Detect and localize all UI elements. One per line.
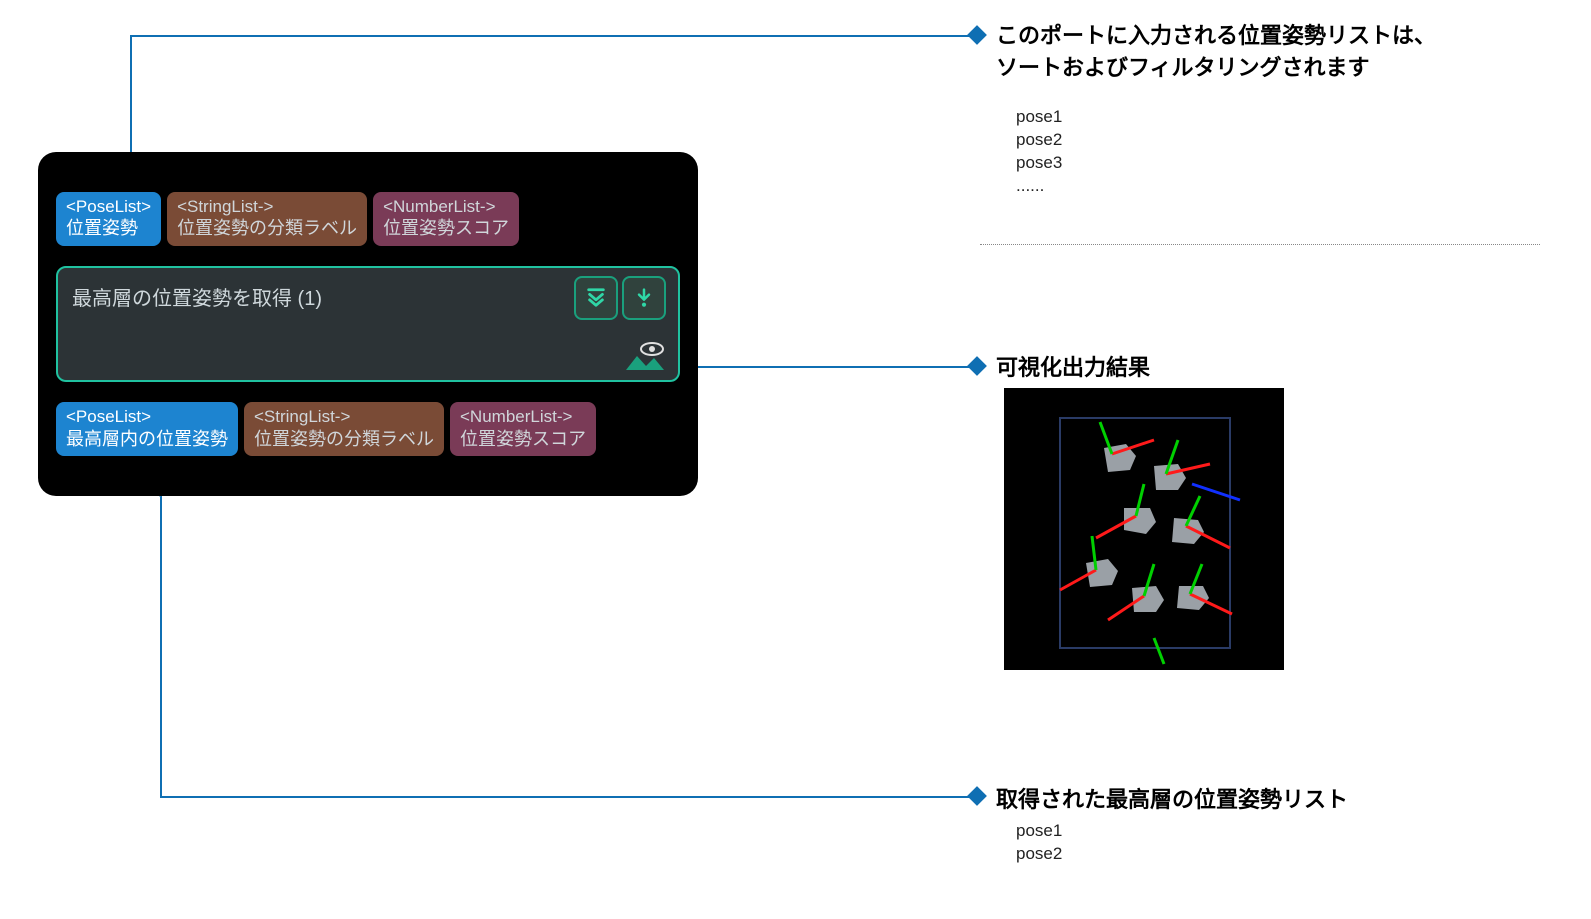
output-port-row: <PoseList> 最高層内の位置姿勢 <StringList-> 位置姿勢の… — [56, 402, 596, 456]
input-port-numberlist[interactable]: <NumberList-> 位置姿勢スコア — [373, 192, 519, 246]
divider — [980, 244, 1540, 245]
callout-body: pose1 pose2 pose3 ...... — [1016, 106, 1556, 198]
output-port-poselist[interactable]: <PoseList> 最高層内の位置姿勢 — [56, 402, 238, 456]
double-down-icon — [585, 287, 607, 309]
visualize-output-icon[interactable] — [622, 342, 666, 372]
step-body[interactable]: 最高層の位置姿勢を取得 (1) — [56, 266, 680, 382]
visualize-output-icon-svg — [622, 342, 666, 372]
connector-line — [130, 35, 976, 37]
port-type: <StringList-> — [177, 196, 357, 217]
output-port-stringlist[interactable]: <StringList-> 位置姿勢の分類ラベル — [244, 402, 444, 456]
port-type: <NumberList-> — [383, 196, 509, 217]
expand-down-button[interactable] — [574, 276, 618, 320]
visualization-preview-svg — [1004, 388, 1284, 670]
port-type: <PoseList> — [66, 196, 151, 217]
port-label: 位置姿勢の分類ラベル — [177, 217, 357, 240]
port-label: 位置姿勢の分類ラベル — [254, 428, 434, 451]
step-title: 最高層の位置姿勢を取得 (1) — [72, 282, 322, 311]
port-type: <NumberList-> — [460, 406, 586, 427]
port-label: 位置姿勢スコア — [383, 217, 509, 240]
connector-line — [160, 480, 162, 798]
callout-input-poselist: このポートに入力される位置姿勢リストは、 ソートおよびフィルタリングされます p… — [996, 18, 1556, 198]
port-label: 位置姿勢スコア — [460, 428, 586, 451]
port-type: <StringList-> — [254, 406, 434, 427]
connector-line — [160, 796, 976, 798]
callout-title: 取得された最高層の位置姿勢リスト — [996, 782, 1556, 814]
input-port-stringlist[interactable]: <StringList-> 位置姿勢の分類ラベル — [167, 192, 367, 246]
callout-title-line1: このポートに入力される位置姿勢リストは、 — [996, 18, 1556, 50]
visualization-preview — [1004, 388, 1284, 670]
callout-output-poselist: 取得された最高層の位置姿勢リスト pose1 pose2 — [996, 782, 1556, 866]
input-port-row: <PoseList> 位置姿勢 <StringList-> 位置姿勢の分類ラベル… — [56, 192, 519, 246]
callout-body: pose1 pose2 — [1016, 820, 1556, 866]
connector-line — [668, 366, 976, 368]
connector-endpoint-filled — [967, 786, 987, 806]
port-type: <PoseList> — [66, 406, 228, 427]
callout-visualization-title: 可視化出力結果 — [996, 350, 1150, 382]
step-node: <PoseList> 位置姿勢 <StringList-> 位置姿勢の分類ラベル… — [38, 152, 698, 496]
callout-title-line2: ソートおよびフィルタリングされます — [996, 50, 1556, 82]
download-arrow-icon — [634, 287, 654, 309]
port-label: 最高層内の位置姿勢 — [66, 428, 228, 451]
input-port-poselist[interactable]: <PoseList> 位置姿勢 — [56, 192, 161, 246]
connector-endpoint-filled — [967, 356, 987, 376]
output-port-numberlist[interactable]: <NumberList-> 位置姿勢スコア — [450, 402, 596, 456]
connector-endpoint-filled — [967, 25, 987, 45]
port-label: 位置姿勢 — [66, 217, 151, 240]
run-step-button[interactable] — [622, 276, 666, 320]
